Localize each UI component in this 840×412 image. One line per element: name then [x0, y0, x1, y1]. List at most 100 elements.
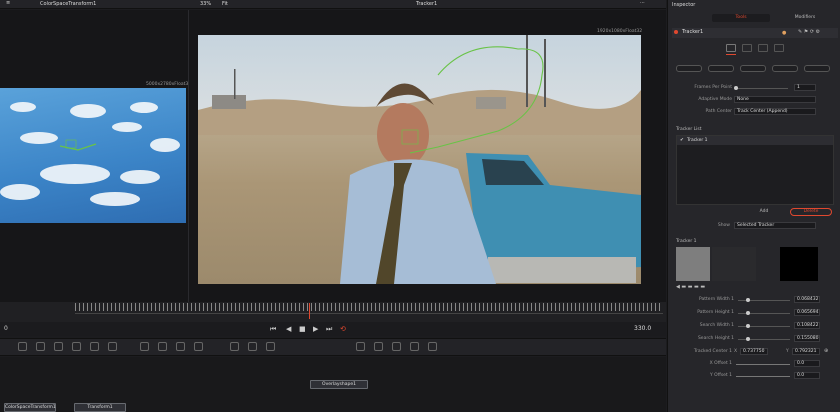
zoom-level[interactable]: 33%: [200, 1, 211, 7]
particle-tool-icon[interactable]: [230, 342, 239, 351]
show-label: Show: [717, 223, 730, 228]
node-colorspacetransform[interactable]: ColorSpaceTransform1: [4, 403, 56, 412]
adaptive-mode-label: Adaptive Mode: [698, 97, 732, 102]
tracked-center-x-field[interactable]: 0.737750: [740, 348, 768, 355]
stop-icon[interactable]: ■: [299, 325, 306, 333]
paint-tool-icon[interactable]: [36, 342, 45, 351]
pattern-width-label: Pattern Width 1: [699, 297, 734, 302]
right-viewer-title: Tracker1: [416, 1, 438, 7]
color-tool-icon[interactable]: [176, 342, 185, 351]
search-preview: [780, 247, 818, 281]
pattern-width-knob[interactable]: [746, 298, 750, 302]
tracker-tab-icon[interactable]: [726, 44, 736, 52]
search-height-label: Search Height 1: [697, 336, 734, 341]
node-color-icon[interactable]: ●: [782, 30, 786, 36]
skip-forward-icon[interactable]: ⏭: [326, 325, 332, 334]
polygon-tool-icon[interactable]: [72, 342, 81, 351]
scene-illustration: [198, 35, 641, 284]
light-tool-icon[interactable]: [356, 342, 365, 351]
search-width-field[interactable]: 0.108422: [794, 322, 820, 329]
frames-per-point-knob[interactable]: [734, 86, 738, 90]
tab-tools[interactable]: Tools: [712, 14, 770, 22]
show-select[interactable]: Selected Tracker: [734, 222, 816, 229]
pattern-height-field[interactable]: 0.065694: [794, 309, 820, 316]
search-height-field[interactable]: 0.155080: [794, 335, 820, 342]
search-width-knob[interactable]: [746, 324, 750, 328]
planar-tool-icon[interactable]: [428, 342, 437, 351]
node-overlayshape[interactable]: Overlayshape1: [310, 380, 368, 389]
play-icon[interactable]: ▶: [313, 325, 318, 333]
node-transform[interactable]: Transform1: [74, 403, 126, 412]
pattern-preview: [676, 247, 710, 281]
operation-tab-icon[interactable]: [742, 44, 752, 52]
bspline-tool-icon[interactable]: [90, 342, 99, 351]
stop-tracking-button[interactable]: [740, 65, 766, 72]
left-viewer-node-name[interactable]: ColorSpaceTransform1: [40, 1, 96, 7]
transform-tool-icon[interactable]: [158, 342, 167, 351]
delete-tracker-button[interactable]: Delete: [790, 208, 832, 216]
track-reverse-from-end-button[interactable]: [676, 65, 702, 72]
channel-graph: [712, 247, 756, 281]
end-frame[interactable]: 330.0: [634, 325, 651, 332]
frames-per-point-label: Frames Per Point: [694, 85, 732, 90]
timeline-ruler[interactable]: [75, 303, 663, 311]
x-offset-field[interactable]: 0.0: [794, 360, 820, 367]
node-settings-icons[interactable]: ✎ ⚑ ⟳ ⚙: [798, 29, 820, 35]
blur-tool-icon[interactable]: [194, 342, 203, 351]
track-reverse-button[interactable]: [708, 65, 734, 72]
pattern-width-field[interactable]: 0.068432: [794, 296, 820, 303]
viewer-top-bar: ColorSpaceTransform1 33% Fit Tracker1 ≡ …: [0, 0, 666, 9]
left-viewer-resolution: 5000x2780xFloat32: [146, 82, 192, 87]
search-width-label: Search Width 1: [699, 323, 734, 328]
3d-tool-icon[interactable]: [266, 342, 275, 351]
play-reverse-icon[interactable]: ◀: [286, 325, 291, 333]
tracker-list-label: Tracker List: [676, 127, 702, 132]
node-enable-dot[interactable]: [674, 30, 678, 34]
playhead[interactable]: [309, 303, 310, 319]
search-height-knob[interactable]: [746, 337, 750, 341]
tracker-list-item-checkbox[interactable]: ✔: [680, 138, 684, 143]
track-forward-to-end-button[interactable]: [804, 65, 830, 72]
camera-tool-icon[interactable]: [374, 342, 383, 351]
frames-per-point-slider[interactable]: [736, 88, 788, 89]
render-tool-icon[interactable]: [392, 342, 401, 351]
toolbar: [0, 338, 666, 356]
transport-bar: [0, 322, 666, 336]
tab-modifiers[interactable]: Modifiers: [776, 14, 834, 22]
options-icon[interactable]: ⋯: [640, 0, 645, 6]
node-name: Tracker1: [682, 29, 704, 35]
channel-buttons[interactable]: ◀ ▬ ▬ ▬ ▬: [676, 284, 705, 290]
tracked-center-label: Tracked Center 1: [693, 349, 732, 354]
skip-back-icon[interactable]: ⏮: [270, 325, 276, 334]
y-offset-field[interactable]: 0.0: [794, 372, 820, 379]
scene-image: [198, 35, 641, 284]
track-forward-button[interactable]: [772, 65, 798, 72]
x-offset-label: X Offset 1: [709, 361, 732, 366]
shape-tool-icon[interactable]: [248, 342, 257, 351]
crosshair-icon[interactable]: ⊕: [824, 348, 828, 354]
y-offset-slider[interactable]: [736, 376, 790, 377]
tracker-list[interactable]: [676, 135, 834, 205]
timeline-track[interactable]: [75, 313, 663, 314]
settings-tab-icon[interactable]: [774, 44, 784, 52]
add-tracker-button[interactable]: Add: [744, 208, 784, 216]
display-tab-icon[interactable]: [758, 44, 768, 52]
frames-per-point-field[interactable]: 1: [794, 84, 816, 91]
pattern-height-knob[interactable]: [746, 311, 750, 315]
tracker-list-item[interactable]: Tracker 1: [687, 138, 708, 143]
loop-icon[interactable]: ⟲: [340, 325, 346, 333]
path-center-select[interactable]: Track Center (Append): [734, 108, 816, 115]
menu-icon[interactable]: ≡: [6, 0, 10, 6]
inspector-title: Inspector: [672, 2, 696, 8]
ellipse-tool-icon[interactable]: [108, 342, 117, 351]
mask-tool-icon[interactable]: [54, 342, 63, 351]
tracker-tool-icon[interactable]: [410, 342, 419, 351]
merge-tool-icon[interactable]: [140, 342, 149, 351]
fit-button[interactable]: Fit: [222, 1, 228, 7]
adaptive-mode-select[interactable]: None: [734, 96, 816, 103]
text-tool-icon[interactable]: [18, 342, 27, 351]
tracked-center-y-field[interactable]: 0.792321: [792, 348, 820, 355]
x-offset-slider[interactable]: [736, 364, 790, 365]
left-tracker-path: [59, 139, 97, 151]
current-frame[interactable]: 0: [4, 325, 8, 332]
